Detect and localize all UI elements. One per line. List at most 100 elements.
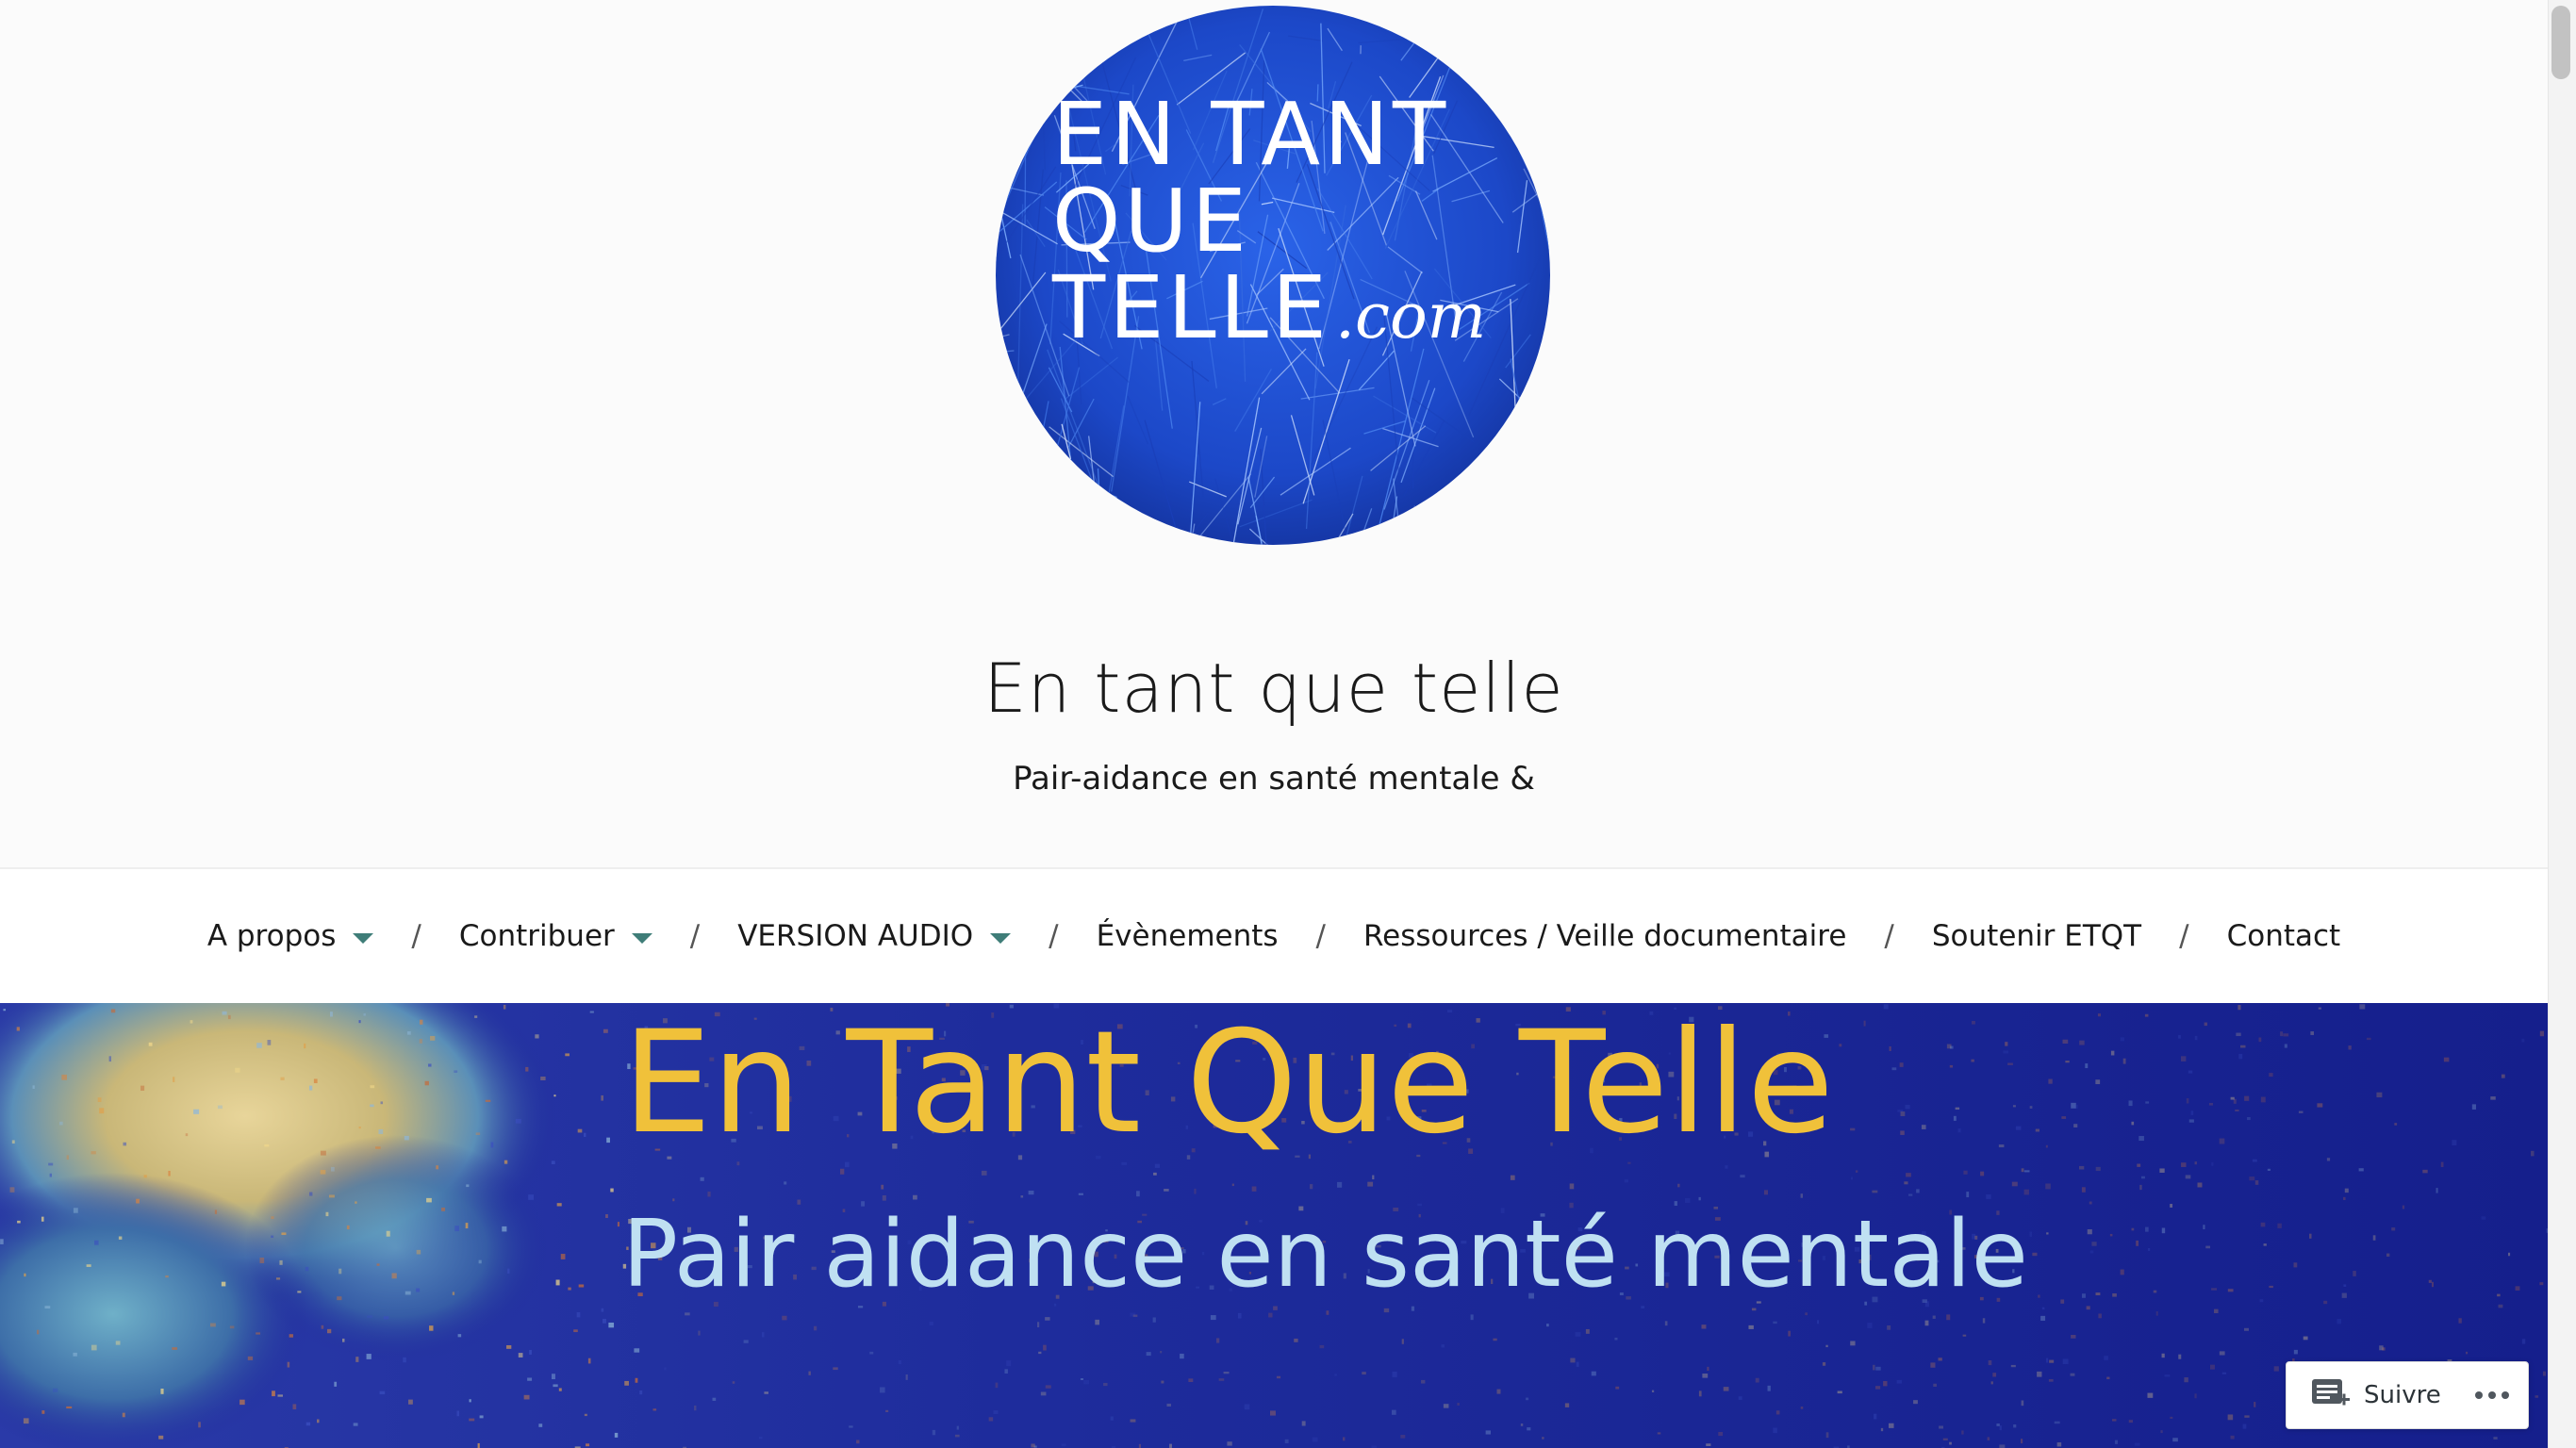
banner-texture-speck (478, 1259, 482, 1264)
nav-label-ressources[interactable]: Ressources / Veille documentaire (1363, 919, 1846, 953)
logo-texture-line (1445, 523, 1509, 545)
banner-texture-speck (617, 1222, 620, 1227)
banner-texture-speck (1301, 1421, 1306, 1426)
banner-texture-speck (2056, 1442, 2062, 1447)
banner-texture-speck (1800, 1193, 1804, 1198)
site-logo[interactable]: EN TANT QUE TELLE .com (994, 4, 1552, 547)
banner-texture-speck (66, 1406, 73, 1409)
nav-label-evenements[interactable]: Évènements (1097, 919, 1279, 953)
banner-texture-speck (1905, 1104, 1910, 1110)
nav-item-evenements[interactable]: Évènements (1097, 919, 1279, 953)
banner-texture-speck (565, 1053, 570, 1057)
banner-texture-speck (1990, 1381, 1993, 1385)
nav-item-contact[interactable]: Contact (2227, 919, 2341, 953)
nav-item-contribuer[interactable]: Contribuer (459, 919, 652, 953)
nav-item-a-propos[interactable]: A propos (207, 919, 374, 953)
banner-texture-speck (1702, 1374, 1709, 1378)
banner-texture-speck (221, 1281, 226, 1287)
scrollbar-track[interactable] (2548, 0, 2576, 1448)
banner-texture-speck (540, 1076, 546, 1080)
banner-texture-speck (1932, 1315, 1936, 1319)
banner-texture-speck (416, 1249, 421, 1255)
chevron-down-icon[interactable] (353, 932, 374, 944)
logo-texture-line (996, 454, 1008, 545)
banner-texture-speck (2087, 1229, 2092, 1235)
banner-texture-speck (2436, 1188, 2438, 1193)
follow-label[interactable]: Suivre (2364, 1381, 2441, 1409)
banner-texture-speck (2160, 1430, 2163, 1434)
banner-texture-speck (91, 1151, 96, 1155)
banner-texture-speck (1698, 1196, 1701, 1201)
banner-texture-speck (2386, 1253, 2390, 1257)
logo-texture-line (1499, 528, 1516, 532)
banner-texture-speck (1942, 1438, 1948, 1440)
nav-separator: / (411, 919, 421, 953)
banner-texture-speck (1391, 1409, 1396, 1415)
nav-item-soutenir[interactable]: Soutenir ETQT (1932, 919, 2141, 953)
nav-item-ressources[interactable]: Ressources / Veille documentaire (1363, 919, 1846, 953)
banner-texture-speck (1701, 1325, 1707, 1329)
banner-texture-speck (2466, 1351, 2469, 1355)
banner-texture-speck (1755, 1377, 1759, 1383)
nav-label-contact[interactable]: Contact (2227, 919, 2341, 953)
banner-texture-speck (110, 1009, 116, 1013)
banner-texture-speck (551, 1374, 555, 1380)
banner-texture-speck (2284, 1044, 2287, 1048)
banner-texture-speck (535, 1034, 539, 1039)
nav-label-soutenir[interactable]: Soutenir ETQT (1932, 919, 2141, 953)
banner-texture-speck (1839, 1044, 1842, 1047)
logo-suffix: .com (1335, 280, 1486, 353)
nav-label-a-propos[interactable]: A propos (207, 919, 337, 953)
chevron-down-icon[interactable] (990, 932, 1012, 944)
banner-texture-speck (589, 1011, 594, 1013)
banner-texture-speck (2542, 1371, 2546, 1376)
logo-texture-line (1093, 4, 1144, 5)
nav-label-contribuer[interactable]: Contribuer (459, 919, 615, 953)
banner-texture-speck (408, 1399, 413, 1405)
banner-texture-speck (2293, 1262, 2298, 1268)
banner-texture-speck (606, 1137, 610, 1144)
banner-texture-speck (2269, 1285, 2273, 1289)
banner-texture-speck (279, 1259, 283, 1265)
banner-texture-speck (1569, 1183, 1575, 1190)
banner-texture-speck (2012, 1105, 2016, 1108)
banner-texture-speck (2277, 1223, 2282, 1228)
header-banner-image: En Tant Que Telle Pair aidance en santé … (0, 1003, 2548, 1448)
banner-texture-speck (712, 1397, 717, 1401)
banner-texture-speck (587, 1358, 591, 1364)
ellipsis-dot (2475, 1391, 2483, 1399)
banner-texture-speck (1896, 1379, 1902, 1384)
chevron-down-icon[interactable] (631, 932, 652, 944)
banner-texture-speck (1850, 1341, 1856, 1346)
nav-label-version-audio[interactable]: VERSION AUDIO (737, 919, 973, 953)
banner-texture-speck (529, 1349, 532, 1355)
nav-item-version-audio[interactable]: VERSION AUDIO (737, 919, 1012, 953)
site-title[interactable]: En tant que telle (0, 649, 2548, 728)
banner-texture-speck (2243, 1327, 2249, 1331)
banner-texture-speck (1863, 1020, 1866, 1027)
banner-texture-speck (275, 1277, 281, 1280)
banner-texture-speck (2431, 1281, 2434, 1288)
logo-texture-line (1536, 16, 1550, 50)
banner-texture-speck (1564, 1403, 1570, 1407)
banner-texture-speck (391, 1273, 397, 1279)
banner-texture-speck (1227, 1441, 1232, 1446)
banner-texture-speck (2029, 1106, 2033, 1109)
banner-texture-speck (2186, 1098, 2189, 1104)
banner-texture-speck (1337, 1181, 1343, 1188)
scrollbar-thumb[interactable] (2551, 6, 2570, 79)
banner-texture-speck (1706, 1443, 1711, 1446)
banner-texture-speck (1664, 1321, 1668, 1326)
banner-texture-speck (1950, 1045, 1954, 1049)
banner-texture-speck (2211, 1288, 2218, 1291)
banner-texture-speck (379, 1390, 386, 1395)
banner-texture-speck (2013, 1423, 2017, 1428)
banner-texture-speck (664, 1367, 667, 1371)
banner-texture-speck (1269, 1410, 1276, 1416)
banner-texture-speck (264, 1144, 270, 1147)
ellipsis-icon[interactable] (2475, 1391, 2509, 1399)
follow-button[interactable]: Suivre (2287, 1362, 2451, 1428)
banner-texture-speck (2531, 1150, 2535, 1157)
banner-texture-speck (2203, 1225, 2205, 1229)
nav-separator: / (689, 919, 701, 953)
